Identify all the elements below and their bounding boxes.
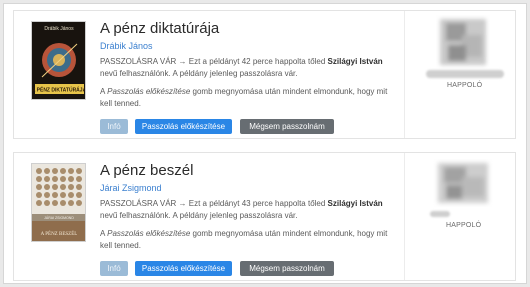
column-divider <box>404 153 405 280</box>
info-button[interactable]: Infó <box>100 119 128 134</box>
handover-role-label: HAPPOLÓ <box>447 82 483 89</box>
list-item: JÁRAI ZSIGMOND A PÉNZ BESZÉL A pénz besz… <box>13 152 516 281</box>
status-text: PASSZOLÁSRA VÁR → Ezt a példányt 42 perc… <box>100 56 396 80</box>
instruction-note: A Passzolás előkészítése gomb megnyomása… <box>100 86 396 110</box>
user-name-blurred <box>426 70 504 78</box>
note-italic: Passzolás előkészítése <box>107 87 191 96</box>
status-suffix: nevű felhasználónk. A példány jelenleg p… <box>100 69 298 78</box>
book-author-link[interactable]: Járai Zsigmond <box>100 183 162 193</box>
status-user: Szilágyi István <box>327 57 383 66</box>
note-prefix: A <box>100 229 105 238</box>
note-italic: Passzolás előkészítése <box>107 229 191 238</box>
book-cover-image[interactable]: Drábik János A PÉNZ DIKTATÚRÁJA <box>31 21 86 100</box>
status-prefix: PASSZOLÁSRA VÁR → Ezt a példányt 43 perc… <box>100 199 326 208</box>
book-cover-image[interactable]: JÁRAI ZSIGMOND A PÉNZ BESZÉL <box>31 163 86 242</box>
status-text: PASSZOLÁSRA VÁR → Ezt a példányt 43 perc… <box>100 198 396 222</box>
prepare-handover-button[interactable]: Passzolás előkészítése <box>135 261 232 276</box>
cover-author-text: Drábik János <box>44 26 74 32</box>
cancel-handover-button[interactable]: Mégsem passzolnám <box>240 261 334 276</box>
handover-list-panel: Drábik János A PÉNZ DIKTATÚRÁJA A pénz d… <box>3 3 527 284</box>
book-title[interactable]: A pénz beszél <box>100 162 193 179</box>
prepare-handover-button[interactable]: Passzolás előkészítése <box>135 119 232 134</box>
note-prefix: A <box>100 87 105 96</box>
status-prefix: PASSZOLÁSRA VÁR → Ezt a példányt 42 perc… <box>100 57 326 66</box>
list-item: Drábik János A PÉNZ DIKTATÚRÁJA A pénz d… <box>13 10 516 139</box>
info-button[interactable]: Infó <box>100 261 128 276</box>
cover-title-text: A PÉNZ BESZÉL <box>41 231 78 237</box>
cancel-handover-button[interactable]: Mégsem passzolnám <box>240 119 334 134</box>
status-user: Szilágyi István <box>327 199 383 208</box>
book-author-link[interactable]: Drábik János <box>100 41 153 51</box>
avatar[interactable] <box>432 159 494 207</box>
status-suffix: nevű felhasználónk. A példány jelenleg p… <box>100 211 298 220</box>
instruction-note: A Passzolás előkészítése gomb megnyomása… <box>100 228 396 252</box>
user-name-blurred <box>430 211 450 217</box>
book-title[interactable]: A pénz diktatúrája <box>100 20 219 37</box>
cover-title-text: A PÉNZ DIKTATÚRÁJA <box>32 86 86 94</box>
avatar[interactable] <box>436 15 490 69</box>
handover-role-label: HAPPOLÓ <box>446 222 482 229</box>
column-divider <box>404 11 405 138</box>
cover-author-text: JÁRAI ZSIGMOND <box>44 216 74 220</box>
